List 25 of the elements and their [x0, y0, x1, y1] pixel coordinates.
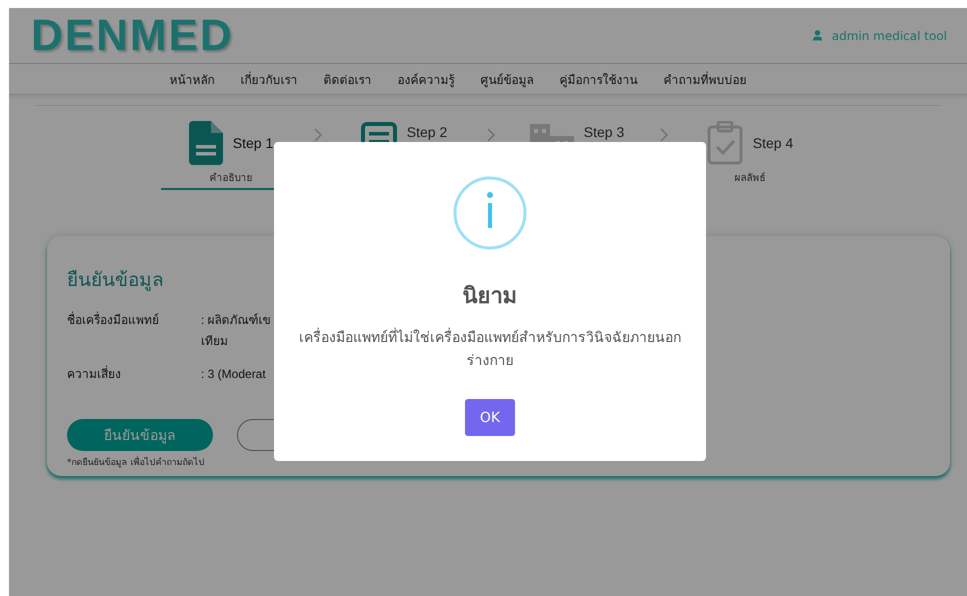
hint-text: *กดยืนยันข้อมูล เพื่อไปคำถามถัดไป: [67, 455, 930, 469]
chevron-icon: [660, 128, 668, 142]
field-value: : 3 (Moderat: [201, 366, 266, 383]
field-value: : ผลิตภัณฑ์เข: [201, 312, 271, 329]
user-icon: [810, 29, 824, 42]
chevron-icon: [486, 128, 494, 142]
field-value: เทียม: [201, 333, 228, 350]
nav-link[interactable]: คู่มือการใช้งาน: [560, 70, 638, 88]
dialog-title: นิยาม: [462, 283, 518, 311]
nav-link[interactable]: คำถามที่พบบ่อย: [664, 70, 746, 88]
dialog-message: เครื่องมือแพทย์ที่ไม่ใช่เครื่องมือแพทย์สำหรับการวินิจฉัยภายนอกร่างกาย: [290, 327, 690, 373]
card-title: ยืนยันข้อมูล: [67, 268, 164, 293]
nav-link[interactable]: ศูนย์ข้อมูล: [480, 70, 534, 88]
info-icon: [453, 176, 527, 250]
step-tab[interactable]: Step 4 ผลลัพธ์: [680, 120, 820, 190]
step-tab[interactable]: Step 2: [334, 120, 474, 190]
nav-link[interactable]: หน้าหลัก: [170, 70, 214, 88]
nav-link[interactable]: องค์ความรู้: [398, 70, 454, 88]
nav-link[interactable]: เกี่ยวกับเรา: [240, 70, 298, 88]
field-label: ชื่อเครื่องมือแพทย์: [67, 310, 160, 329]
field-label: ความเสี่ยง: [67, 364, 122, 383]
nav-link[interactable]: ติดต่อเรา: [324, 70, 372, 88]
logo: DENMED: [31, 10, 234, 60]
chevron-icon: [314, 128, 322, 142]
ok-button[interactable]: OK: [465, 399, 515, 436]
